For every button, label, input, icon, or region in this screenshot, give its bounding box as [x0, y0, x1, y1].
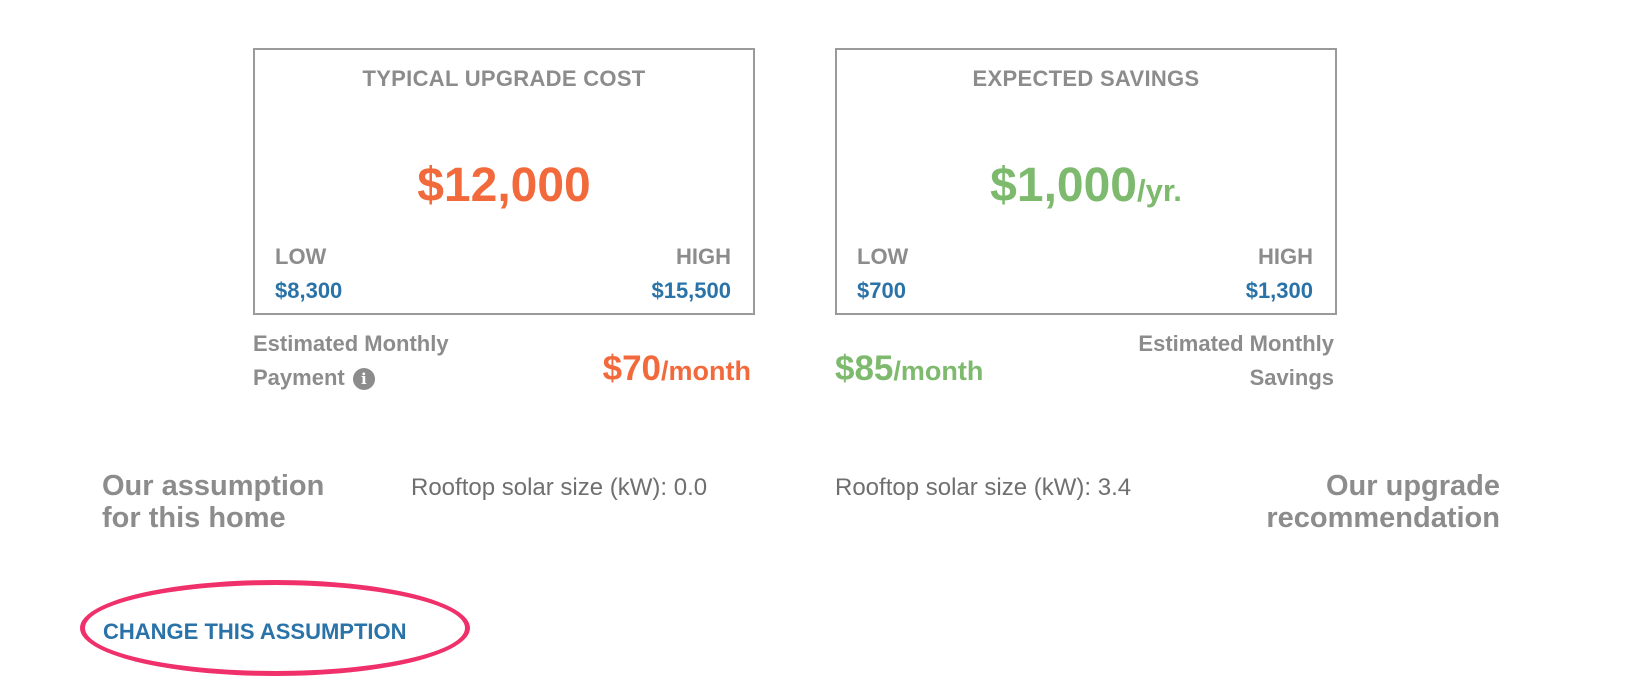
monthly-savings-label-line1: Estimated Monthly: [1138, 331, 1334, 356]
change-assumption-link[interactable]: CHANGE THIS ASSUMPTION: [103, 619, 407, 645]
recommendation-heading-line1: Our upgrade: [1325, 470, 1500, 502]
recommendation-heading-line2: recommendation: [1266, 502, 1500, 534]
monthly-payment-label-line2-wrap: Payment i: [253, 361, 449, 395]
savings-low-value: $700: [857, 278, 906, 303]
recommendation-heading: Our upgrade recommendation: [1266, 470, 1500, 534]
monthly-savings-label-line2: Savings: [1249, 365, 1334, 390]
monthly-savings-unit: /month: [893, 356, 984, 386]
assumption-heading: Our assumption for this home: [102, 470, 324, 534]
monthly-savings-amount: $85/month: [835, 351, 983, 386]
assumption-heading-line1: Our assumption: [102, 470, 325, 502]
assumption-heading-line2: for this home: [102, 502, 286, 534]
monthly-payment-label-line1: Estimated Monthly: [253, 331, 449, 356]
monthly-payment-amount: $70/month: [603, 351, 751, 386]
monthly-payment-value: $70: [602, 349, 662, 388]
monthly-payment-unit: /month: [661, 356, 751, 386]
monthly-savings-value: $85: [835, 349, 894, 388]
expected-savings-value: $1,000: [990, 159, 1137, 212]
upgrade-cost-value: $12,000: [417, 159, 591, 212]
expected-savings-card: EXPECTED SAVINGS $1,000/yr. LOW HIGH $70…: [835, 48, 1337, 315]
savings-high-label: HIGH: [1258, 244, 1313, 269]
expected-savings-title: EXPECTED SAVINGS: [972, 66, 1200, 91]
assumption-solar-size: Rooftop solar size (kW): 0.0: [411, 474, 708, 501]
upgrade-cost-card: TYPICAL UPGRADE COST $12,000 LOW HIGH $8…: [253, 48, 755, 315]
cost-low-value: $8,300: [275, 278, 343, 303]
monthly-savings-label: Estimated Monthly Savings: [1138, 327, 1334, 395]
cost-low-label: LOW: [275, 244, 327, 269]
monthly-payment-label: Estimated Monthly Payment i: [253, 327, 449, 395]
expected-savings-unit: /yr.: [1136, 173, 1182, 208]
savings-low-label: LOW: [857, 244, 909, 269]
expected-savings-value-wrap: $1,000/yr.: [837, 162, 1335, 210]
recommendation-solar-size: Rooftop solar size (kW): 3.4: [835, 474, 1132, 501]
info-circle-icon[interactable]: i: [352, 368, 375, 390]
savings-high-value: $1,300: [1245, 278, 1313, 303]
cost-high-label: HIGH: [676, 244, 731, 269]
cost-high-value: $15,500: [651, 278, 731, 303]
monthly-payment-label-line2: Payment: [253, 365, 345, 390]
upgrade-cost-title: TYPICAL UPGRADE COST: [362, 66, 646, 91]
